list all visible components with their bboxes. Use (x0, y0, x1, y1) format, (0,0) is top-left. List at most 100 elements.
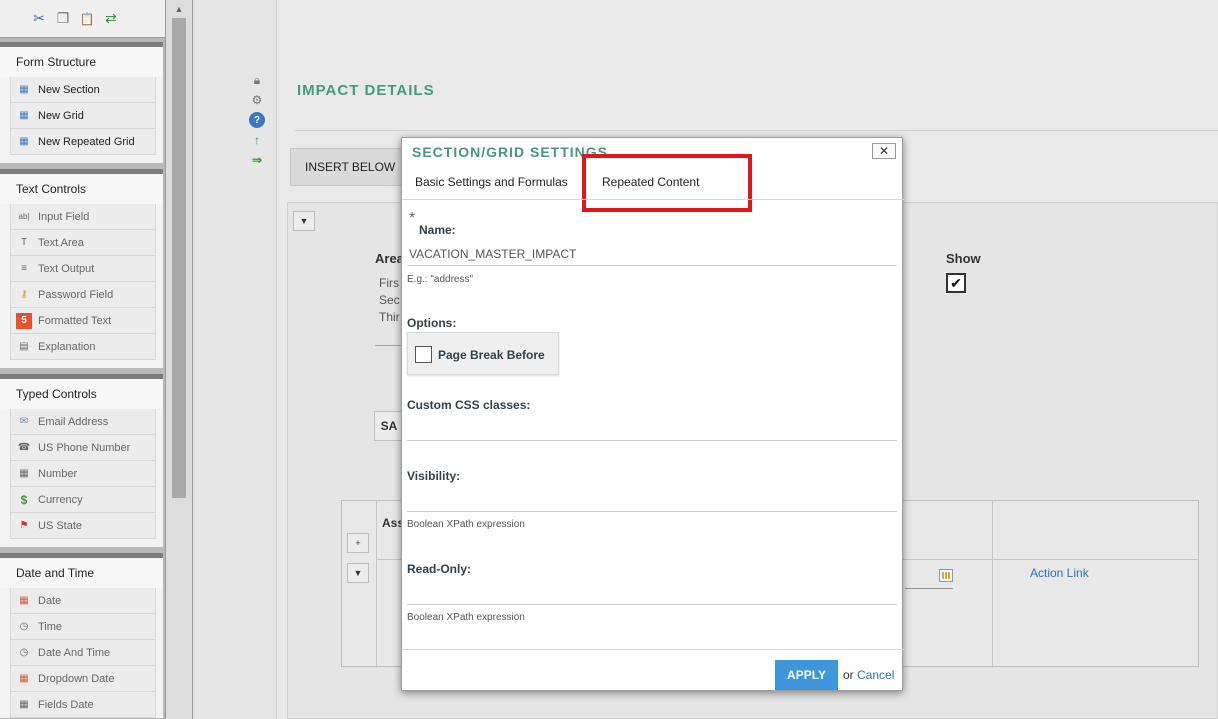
scrollbar-thumb[interactable] (172, 18, 186, 498)
refresh-icon[interactable]: ⇄ (102, 10, 120, 28)
text-output-button[interactable]: ≡ Text Output (10, 256, 156, 282)
action-link[interactable]: Action Link (1030, 566, 1089, 580)
grid-add-row-button[interactable]: + (347, 533, 369, 553)
number-button[interactable]: ▦ Number (10, 461, 156, 487)
date-time-section: Date and Time ▦ Date ◷ Time ◷ Date And T… (0, 553, 163, 718)
show-checkbox[interactable]: ✔ (946, 273, 966, 293)
us-state-label: US State (38, 519, 83, 532)
text-controls-title: Text Controls (0, 174, 163, 204)
input-field-button[interactable]: ab| Input Field (10, 204, 156, 230)
grid-row-menu-button[interactable]: ▼ (347, 563, 369, 583)
css-classes-field[interactable] (407, 417, 897, 441)
page-break-label: Page Break Before (438, 348, 545, 362)
section-icon: ▦ (19, 84, 29, 95)
typed-controls-title: Typed Controls (0, 379, 163, 409)
date-and-time-button[interactable]: ◷ Date And Time (10, 640, 156, 666)
fields-date-label: Fields Date (38, 698, 94, 711)
visibility-field[interactable] (407, 488, 897, 512)
formatted-text-label: Formatted Text (38, 314, 112, 327)
or-text: or (843, 668, 854, 682)
currency-label: Currency (38, 493, 83, 506)
fields-date-button[interactable]: ▦ Fields Date (10, 692, 156, 718)
tab-highlight-box (582, 154, 752, 212)
typed-controls-section: Typed Controls ✉ Email Address ☎ US Phon… (0, 374, 163, 547)
text-controls-section: Text Controls ab| Input Field T Text Are… (0, 169, 163, 368)
calendar-picker-icon[interactable] (939, 569, 953, 582)
fields-date-icon: ▦ (19, 699, 29, 710)
explanation-button[interactable]: ▤ Explanation (10, 334, 156, 360)
copy-icon[interactable]: ❐ (54, 10, 72, 28)
formatted-text-button[interactable]: 5 Formatted Text (10, 308, 156, 334)
section-grid-settings-dialog: SECTION/GRID SETTINGS ✕ Basic Settings a… (401, 137, 904, 691)
explanation-label: Explanation (38, 340, 96, 353)
apply-button[interactable]: APPLY (775, 660, 838, 690)
text-area-button[interactable]: T Text Area (10, 230, 156, 256)
new-repeated-grid-button[interactable]: ▦ New Repeated Grid (10, 129, 156, 155)
read-only-hint: Boolean XPath expression (407, 612, 525, 623)
dollar-icon: $ (20, 492, 28, 507)
dialog-footer-divider (402, 649, 904, 650)
options-label: Options: (407, 316, 457, 330)
cancel-link[interactable]: Cancel (857, 668, 894, 682)
text-output-label: Text Output (38, 262, 95, 275)
name-label: Name: (419, 223, 456, 237)
area-underline (375, 345, 403, 346)
visibility-label: Visibility: (407, 469, 461, 483)
date-button[interactable]: ▦ Date (10, 588, 156, 614)
page-break-option[interactable]: Page Break Before (407, 332, 559, 375)
envelope-icon: ✉ (19, 416, 29, 427)
form-structure-section: Form Structure ▦ New Section ▦ New Grid … (0, 42, 163, 163)
repeated-grid-icon: ▦ (19, 136, 29, 147)
input-field-label: Input Field (38, 210, 90, 223)
visibility-hint: Boolean XPath expression (407, 519, 525, 530)
scroll-up-icon[interactable]: ▲ (173, 4, 185, 16)
form-structure-title: Form Structure (0, 47, 163, 77)
clock-icon: ◷ (19, 621, 29, 632)
read-only-field[interactable] (407, 581, 897, 605)
text-output-icon: ≡ (21, 263, 27, 274)
page-break-checkbox[interactable] (415, 346, 432, 363)
time-button[interactable]: ◷ Time (10, 614, 156, 640)
css-classes-label: Custom CSS classes: (407, 398, 531, 412)
dropdown-date-label: Dropdown Date (38, 672, 115, 685)
dropdown-date-button[interactable]: ▦ Dropdown Date (10, 666, 156, 692)
area-column-header: Area (375, 251, 404, 266)
arrow-right-icon[interactable]: ⇒ (249, 152, 265, 168)
new-grid-label: New Grid (38, 109, 84, 122)
date-field-underline (905, 588, 953, 589)
section-title[interactable]: IMPACT DETAILS (297, 82, 435, 99)
insert-below-button[interactable]: INSERT BELOW (290, 148, 402, 186)
new-repeated-grid-label: New Repeated Grid (38, 135, 135, 148)
new-section-button[interactable]: ▦ New Section (10, 77, 156, 103)
help-icon[interactable]: ? (249, 112, 265, 128)
us-flag-icon: ⚑ (19, 520, 29, 531)
password-field-label: Password Field (38, 288, 114, 301)
read-only-label: Read-Only: (407, 562, 472, 576)
paste-icon[interactable]: 📋 (78, 10, 96, 28)
grid-collapse-button[interactable]: ▼ (293, 211, 315, 231)
save-button-partial[interactable]: SA (374, 411, 404, 441)
new-section-label: New Section (38, 83, 100, 96)
close-button[interactable]: ✕ (872, 143, 896, 159)
us-state-button[interactable]: ⚑ US State (10, 513, 156, 539)
us-phone-number-button[interactable]: ☎ US Phone Number (10, 435, 156, 461)
currency-button[interactable]: $ Currency (10, 487, 156, 513)
arrow-up-icon[interactable]: ↑ (249, 132, 265, 148)
name-field[interactable] (407, 242, 897, 266)
number-label: Number (38, 467, 78, 480)
section-action-icons: 🔒︎ ⚙ ? ↑ ⇒ (249, 72, 267, 172)
email-address-button[interactable]: ✉ Email Address (10, 409, 156, 435)
date-time-icon: ◷ (19, 647, 29, 658)
name-hint: E.g.: "address" (407, 274, 474, 285)
gear-icon[interactable]: ⚙ (249, 92, 265, 108)
grid-divider (376, 501, 377, 668)
tab-basic-settings[interactable]: Basic Settings and Formulas (415, 175, 568, 189)
email-address-label: Email Address (38, 415, 109, 428)
password-field-button[interactable]: ⚷ Password Field (10, 282, 156, 308)
new-grid-button[interactable]: ▦ New Grid (10, 103, 156, 129)
cut-icon[interactable]: ✂ (30, 10, 48, 28)
date-label: Date (38, 594, 62, 607)
phone-icon: ☎ (17, 442, 31, 453)
toolbox-scrollbar[interactable]: ▲ (165, 0, 193, 719)
lock-icon[interactable]: 🔒︎ (249, 72, 265, 88)
